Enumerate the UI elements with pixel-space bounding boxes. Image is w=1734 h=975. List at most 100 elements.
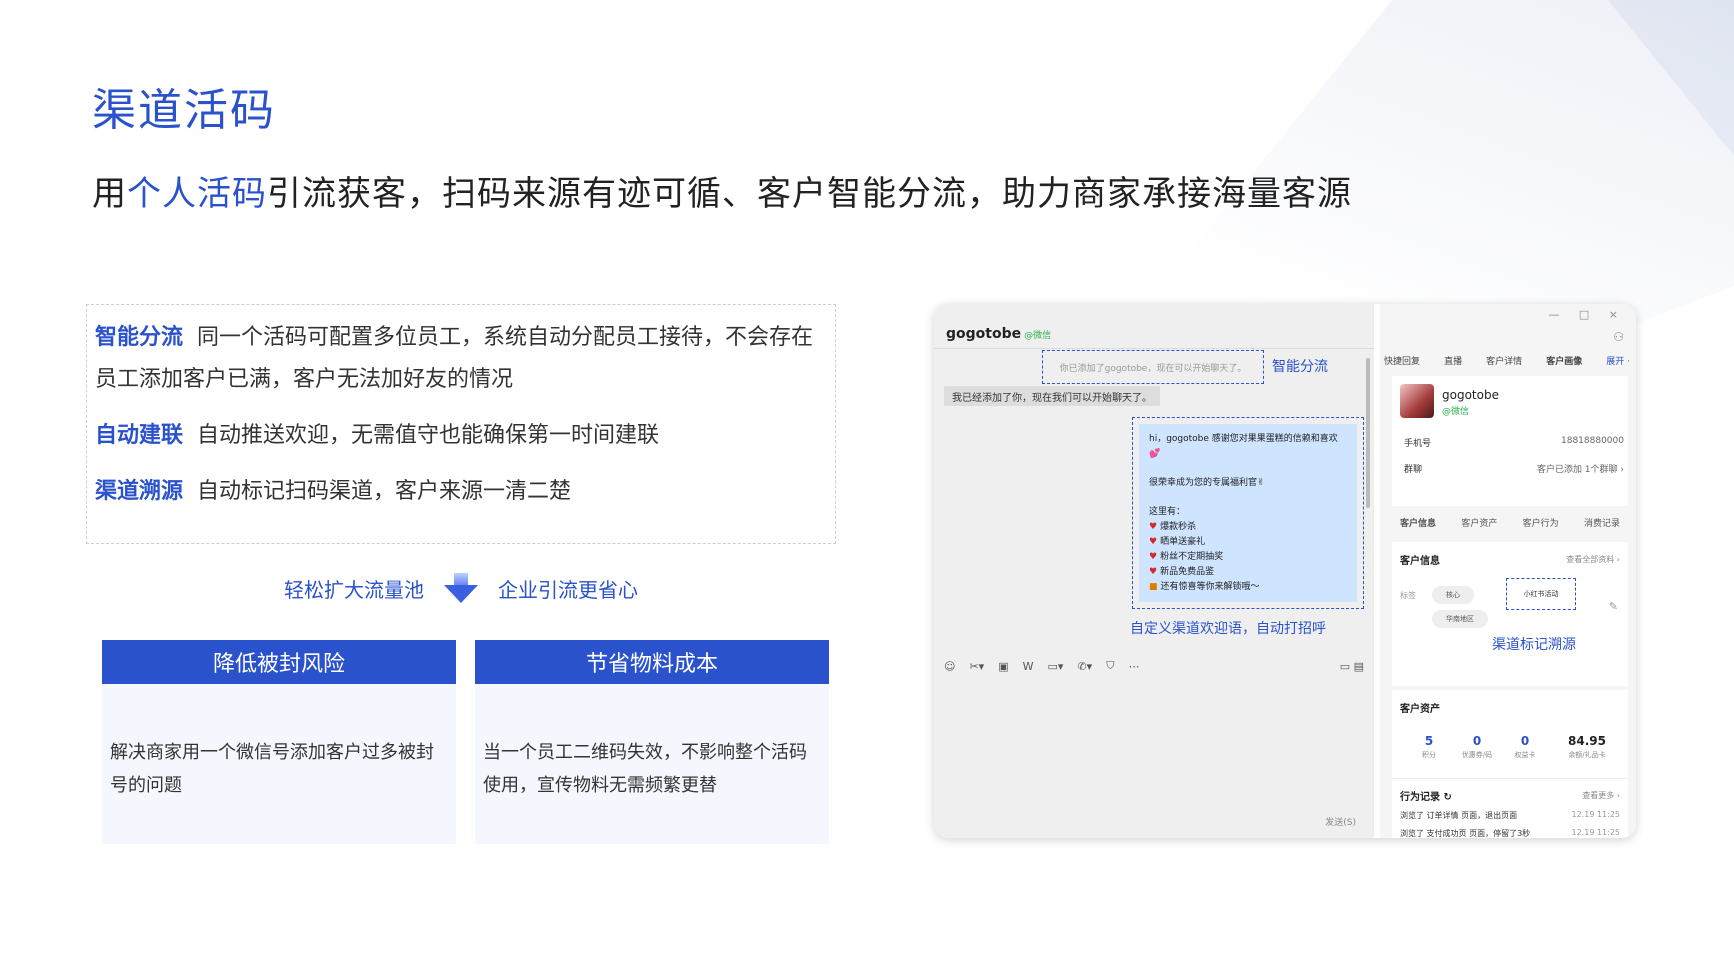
group-row[interactable]: 群聊 客户已添加 1个群聊 ›	[1404, 462, 1624, 475]
chat-window: gogotobe @微信 你已添加了gogotobe，现在可以开始聊天了。 智能分…	[934, 304, 1636, 838]
folder-icon[interactable]: ▭▾	[1048, 660, 1064, 673]
more-icon[interactable]: ⋯	[1128, 660, 1139, 673]
benefit-card-cost: 节省物料成本 当一个员工二维码失效，不影响整个活码使用，宣传物料无需频繁更替	[475, 640, 829, 844]
tab-quick-reply[interactable]: 快捷回复	[1384, 354, 1420, 367]
feature-item: 自动建联 自动推送欢迎，无需值守也能确保第一时间建联	[95, 415, 827, 457]
group-label: 群聊	[1404, 465, 1423, 475]
feature-key: 渠道溯源	[95, 479, 184, 504]
stat-points: 5 积分	[1404, 734, 1454, 760]
scissors-icon[interactable]: ✂▾	[969, 660, 984, 673]
view-more-link[interactable]: 查看更多 ›	[1582, 790, 1620, 801]
stat-value: 5	[1424, 734, 1434, 748]
profile-tabs: 客户信息 客户资产 客户行为 消费记录	[1392, 516, 1628, 529]
tag-chip: 核心	[1432, 586, 1474, 604]
tab-live[interactable]: 直播	[1444, 354, 1462, 367]
window-controls[interactable]: — □ ×	[1548, 308, 1626, 321]
stat-value: 0	[1472, 734, 1482, 748]
stat-label: 余额/礼品卡	[1568, 751, 1606, 759]
customer-sidebar: — □ × ⚇ 快捷回复 直播 客户详情 客户画像 展开 · gogotobe …	[1380, 304, 1636, 838]
section-divider	[1392, 778, 1628, 779]
stat-coupons: 0 优惠券/码	[1452, 734, 1502, 760]
annotation-custom-welcome: 自定义渠道欢迎语，自动打招呼	[1130, 621, 1326, 637]
stat-label: 优惠券/码	[1461, 751, 1493, 759]
emoji-icon[interactable]: ☺	[944, 660, 955, 673]
feature-list: 智能分流 同一个活码可配置多位员工，系统自动分配员工接待，不会存在员工添加客户已满…	[86, 304, 836, 544]
card-body: 当一个员工二维码失效，不影响整个活码使用，宣传物料无需频繁更替	[483, 742, 807, 796]
phone-icon[interactable]: ✆▾	[1077, 660, 1092, 673]
tab-customer-detail[interactable]: 客户详情	[1486, 354, 1522, 367]
shield-icon[interactable]: ⛉	[1106, 659, 1114, 673]
phone-label: 手机号	[1404, 439, 1432, 449]
card-title: 节省物料成本	[475, 640, 829, 684]
subtitle-post: 引流获客，扫码来源有迹可循、客户智能分流，助力商家承接海量客源	[267, 174, 1352, 214]
incoming-message: 我已经添加了你，现在我们可以开始聊天了。	[944, 386, 1160, 406]
welcome-list-title: 这里有：	[1149, 507, 1186, 517]
subtitle-pre: 用	[92, 174, 127, 214]
stat-value: 84.95	[1568, 734, 1606, 748]
phone-row: 手机号 18818880000	[1404, 436, 1624, 449]
stat-label: 权益卡	[1514, 751, 1536, 759]
system-message: 你已添加了gogotobe，现在可以开始聊天了。	[1042, 350, 1264, 384]
word-doc-icon[interactable]: W	[1023, 660, 1034, 673]
contact-source: @微信	[1024, 331, 1052, 341]
page-title: 渠道活码	[92, 85, 276, 136]
chat-pane: gogotobe @微信 你已添加了gogotobe，现在可以开始聊天了。 智能分…	[934, 304, 1374, 838]
view-all-link[interactable]: 查看全部资料 ›	[1566, 554, 1620, 565]
page-subtitle: 用个人活码引流获客，扫码来源有迹可循、客户智能分流，助力商家承接海量客源	[92, 166, 1352, 215]
feature-item: 智能分流 同一个活码可配置多位员工，系统自动分配员工接待，不会存在员工添加客户已满…	[95, 317, 827, 401]
welcome-message-frame: hi，gogotobe 感谢您对果果蛋糕的信赖和喜欢💕 很荣幸成为您的专属福利官…	[1132, 417, 1364, 609]
behavior-record: 浏览了 支付成功页 页面，停留了3秒 12.19 11:25	[1400, 828, 1620, 838]
tag-channel: 小红书活动	[1506, 578, 1576, 610]
layout-toggle-icon[interactable]: ▭ ▤	[1340, 660, 1364, 673]
welcome-gift: 还有惊喜等你来解锁哦～	[1149, 580, 1347, 595]
welcome-item: 新品免费品鉴	[1149, 565, 1347, 580]
welcome-item: 爆款秒杀	[1149, 520, 1347, 535]
tab-customer-assets[interactable]: 客户资产	[1461, 516, 1497, 529]
send-button[interactable]: 发送(S)	[1325, 815, 1356, 828]
section-title: 行为记录 ↻	[1400, 792, 1452, 803]
tab-customer-behavior[interactable]: 客户行为	[1523, 516, 1559, 529]
customer-assets-section: 客户资产 5 积分 0 优惠券/码 0 权益卡 84.95 余额/礼品卡	[1392, 690, 1628, 778]
feature-text: 自动标记扫码渠道，客户来源一清二楚	[197, 479, 572, 504]
feature-text: 同一个活码可配置多位员工，系统自动分配员工接待，不会存在员工添加客户已满，客户无…	[95, 325, 814, 392]
stat-balance: 84.95 余额/礼品卡	[1554, 734, 1620, 760]
image-icon[interactable]: ▣	[998, 660, 1008, 673]
record-text: 浏览了 订单详情 页面，退出页面	[1400, 811, 1518, 820]
group-value: 客户已添加 1个群聊 ›	[1536, 465, 1624, 475]
flow-row: 轻松扩大流量池 企业引流更省心	[86, 568, 836, 608]
card-title: 降低被封风险	[102, 640, 456, 684]
tag-label: 标签	[1400, 591, 1416, 600]
annotation-channel-trace: 渠道标记溯源	[1492, 637, 1576, 653]
record-time: 12.19 11:25	[1571, 828, 1621, 837]
header-divider	[934, 348, 1374, 349]
benefit-card-risk: 降低被封风险 解决商家用一个微信号添加客户过多被封号的问题	[102, 640, 456, 844]
contact-name: gogotobe	[946, 326, 1022, 342]
profile-card: gogotobe @微信 手机号 18818880000 群聊 客户已添加 1个群聊…	[1392, 376, 1628, 506]
section-title: 客户信息	[1400, 556, 1440, 567]
flow-right-text: 企业引流更省心	[498, 577, 638, 602]
feature-text: 自动推送欢迎，无需值守也能确保第一时间建联	[197, 423, 660, 448]
feature-item: 渠道溯源 自动标记扫码渠道，客户来源一清二楚	[95, 471, 827, 513]
welcome-header: hi，gogotobe 感谢您对果果蛋糕的信赖和喜欢💕	[1149, 434, 1338, 459]
stat-cards: 0 权益卡	[1500, 734, 1550, 760]
flow-left-text: 轻松扩大流量池	[284, 577, 424, 602]
record-time: 12.19 11:25	[1571, 810, 1621, 819]
behavior-section: 行为记录 ↻ 查看更多 › 浏览了 订单详情 页面，退出页面 12.19 11:2…	[1392, 778, 1628, 838]
welcome-message: hi，gogotobe 感谢您对果果蛋糕的信赖和喜欢💕 很荣幸成为您的专属福利官…	[1139, 424, 1357, 602]
input-toolbar: ☺ ✂▾ ▣ W ▭▾ ✆▾ ⛉ ⋯ ▭ ▤	[944, 656, 1364, 676]
edit-icon[interactable]: ✎	[1609, 600, 1618, 613]
tab-consumption[interactable]: 消费记录	[1584, 516, 1620, 529]
tab-customer-info[interactable]: 客户信息	[1400, 516, 1436, 529]
sidebar-tabs: 快捷回复 直播 客户详情 客户画像 展开 ·	[1384, 354, 1630, 367]
tab-expand[interactable]: 展开 ·	[1606, 354, 1630, 367]
behavior-record: 浏览了 订单详情 页面，退出页面 12.19 11:25	[1400, 810, 1620, 821]
card-body: 解决商家用一个微信号添加客户过多被封号的问题	[110, 742, 434, 796]
stat-value: 0	[1520, 734, 1530, 748]
feature-key: 智能分流	[95, 325, 184, 350]
subtitle-highlight: 个人活码	[127, 174, 267, 214]
tab-customer-profile[interactable]: 客户画像	[1546, 354, 1582, 367]
phone-value: 18818880000	[1561, 436, 1624, 446]
user-icon[interactable]: ⚇	[1613, 330, 1624, 344]
chat-scrollbar[interactable]	[1366, 358, 1370, 508]
tag-chip: 华南地区	[1432, 610, 1488, 628]
